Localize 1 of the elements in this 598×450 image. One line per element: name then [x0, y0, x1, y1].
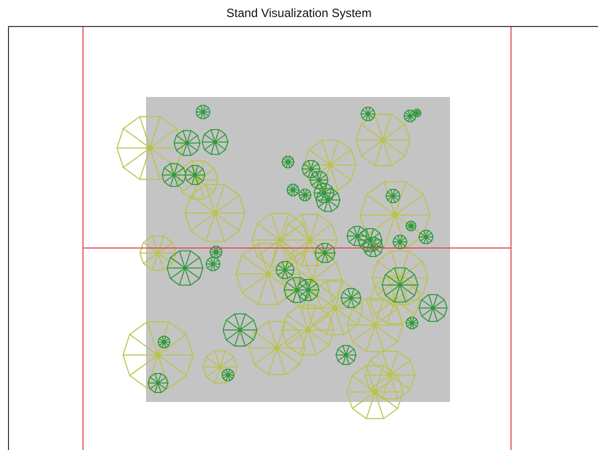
window-title: Stand Visualization System [225, 5, 373, 22]
